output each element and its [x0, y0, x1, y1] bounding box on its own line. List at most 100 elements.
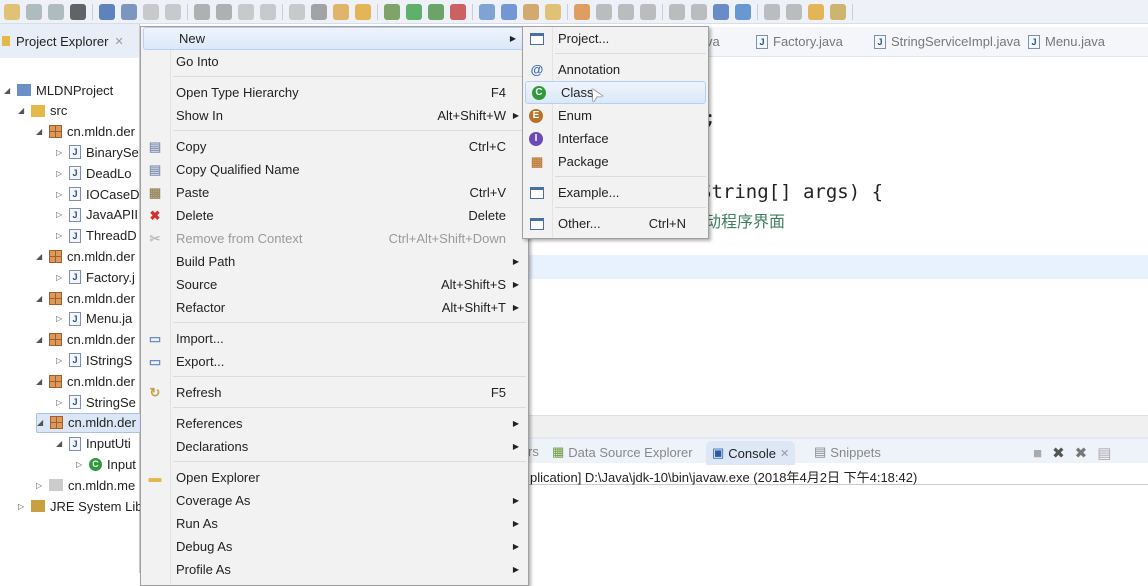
expand-toggle-icon[interactable]: ◢	[36, 127, 44, 136]
menu-item-copy-qualified-name[interactable]: ▤ Copy Qualified Name	[141, 158, 528, 181]
menu-item-import[interactable]: ▭ Import...	[141, 327, 528, 350]
menu-item-go-into[interactable]: Go Into	[141, 50, 528, 73]
menu-item-enum[interactable]: E Enum	[523, 104, 708, 127]
tree-item[interactable]: ▷ cn.mldn.me	[36, 475, 135, 495]
toolbar-button-icon[interactable]	[216, 3, 232, 20]
tab-console[interactable]: ▣ Console ✕	[706, 441, 796, 465]
toolbar-button-icon[interactable]	[691, 3, 707, 20]
toolbar-button-icon[interactable]	[260, 3, 276, 20]
expand-toggle-icon[interactable]: ▷	[56, 231, 64, 240]
menu-item-paste[interactable]: ▦ Paste Ctrl+V	[141, 181, 528, 204]
expand-toggle-icon[interactable]: ▷	[56, 273, 64, 282]
expand-toggle-icon[interactable]: ◢	[36, 252, 44, 261]
tree-item[interactable]: ▷ J DeadLo	[56, 163, 132, 183]
expand-toggle-icon[interactable]: ▷	[18, 502, 26, 511]
menu-item-show-in[interactable]: Show In Alt+Shift+W ▶	[141, 104, 528, 127]
toolbar-button-icon[interactable]	[713, 3, 729, 20]
toolbar-button-icon[interactable]	[311, 3, 327, 20]
tree-item[interactable]: ◢ cn.mldn.der	[36, 246, 135, 266]
toolbar-button-icon[interactable]	[238, 3, 254, 20]
expand-toggle-icon[interactable]: ▷	[56, 210, 64, 219]
remove-launch-icon[interactable]: ✖	[1052, 444, 1065, 462]
toolbar-button-icon[interactable]	[289, 3, 305, 20]
expand-toggle-icon[interactable]: ▷	[56, 169, 64, 178]
project-explorer-tab[interactable]: Project Explorer ✕	[0, 24, 139, 58]
tree-item[interactable]: ▷ J Menu.ja	[56, 309, 132, 329]
expand-toggle-icon[interactable]: ◢	[56, 439, 64, 448]
tree-item[interactable]: ◢ MLDNProject	[4, 80, 113, 100]
tree-item[interactable]: ▷ J Factory.j	[56, 267, 135, 287]
toolbar-button-icon[interactable]	[574, 3, 590, 20]
toolbar-button-icon[interactable]	[830, 3, 846, 20]
menu-item-example[interactable]: Example...	[523, 181, 708, 204]
menu-item-source[interactable]: Source Alt+Shift+S ▶	[141, 273, 528, 296]
tree-item[interactable]: ◢ cn.mldn.der	[36, 330, 135, 350]
remove-all-icon[interactable]: ✖	[1075, 444, 1088, 462]
close-icon[interactable]: ✕	[114, 35, 123, 48]
close-icon[interactable]: ✕	[780, 447, 789, 460]
menu-item-profile-as[interactable]: Profile As ▶	[141, 558, 528, 581]
expand-toggle-icon[interactable]: ◢	[36, 294, 44, 303]
tree-item[interactable]: ◢ cn.mldn.der	[36, 371, 135, 391]
menu-item-refactor[interactable]: Refactor Alt+Shift+T ▶	[141, 296, 528, 319]
toolbar-button-icon[interactable]	[143, 3, 159, 20]
expand-toggle-icon[interactable]: ▷	[76, 460, 84, 469]
menu-item-annotation[interactable]: @ Annotation	[523, 58, 708, 81]
tree-item[interactable]: ▷ J IStringS	[56, 350, 132, 370]
expand-toggle-icon[interactable]: ◢	[18, 106, 26, 115]
menu-item-copy[interactable]: ▤ Copy Ctrl+C	[141, 135, 528, 158]
toolbar-button-icon[interactable]	[640, 3, 656, 20]
toolbar-button-icon[interactable]	[808, 3, 824, 20]
toolbar-button-icon[interactable]	[618, 3, 634, 20]
editor-tab-menu[interactable]: J Menu.java	[1028, 34, 1105, 49]
tree-item[interactable]: ▷ JRE System Lib	[18, 496, 142, 516]
tab-servers[interactable]: rs	[528, 444, 539, 459]
toolbar-button-icon[interactable]	[479, 3, 495, 20]
toolbar-button-icon[interactable]	[523, 3, 539, 20]
toolbar-button-icon[interactable]	[669, 3, 685, 20]
expand-toggle-icon[interactable]: ▷	[56, 398, 64, 407]
menu-item-delete[interactable]: ✖ Delete Delete	[141, 204, 528, 227]
toolbar-button-icon[interactable]	[545, 3, 561, 20]
toolbar-button-icon[interactable]	[26, 3, 42, 20]
menu-item-interface[interactable]: I Interface	[523, 127, 708, 150]
expand-toggle-icon[interactable]: ▷	[56, 356, 64, 365]
clear-console-icon[interactable]: ▤	[1097, 444, 1111, 462]
toolbar-button-icon[interactable]	[786, 3, 802, 20]
toolbar-button-icon[interactable]	[735, 3, 751, 20]
toolbar-button-icon[interactable]	[165, 3, 181, 20]
menu-item-export[interactable]: ▭ Export...	[141, 350, 528, 373]
tree-item[interactable]: ◢ src	[18, 101, 67, 121]
menu-item-new[interactable]: New ▶	[143, 27, 526, 50]
toolbar-button-icon[interactable]	[450, 3, 466, 20]
toolbar-button-icon[interactable]	[355, 3, 371, 20]
tree-item[interactable]: ▷ J BinarySe	[56, 142, 139, 162]
menu-item-other[interactable]: Other... Ctrl+N	[523, 212, 708, 235]
editor-tab-factory[interactable]: J Factory.java	[756, 34, 843, 49]
toolbar-button-icon[interactable]	[428, 3, 444, 20]
tab-snippets[interactable]: ▤ Snippets	[814, 444, 881, 460]
toolbar-button-icon[interactable]	[501, 3, 517, 20]
toolbar-button-icon[interactable]	[121, 3, 137, 20]
menu-item-class[interactable]: C Class	[525, 81, 706, 104]
tree-item[interactable]: ◢ cn.mldn.der	[36, 288, 135, 308]
toolbar-button-icon[interactable]	[48, 3, 64, 20]
editor-tab-stringserviceimpl[interactable]: J StringServiceImpl.java	[874, 34, 1020, 49]
terminate-icon[interactable]: ■	[1033, 445, 1042, 462]
tree-item[interactable]: ▷ J IOCaseD	[56, 184, 139, 204]
tree-item[interactable]: ◢ J InputUti	[56, 434, 131, 454]
tree-item[interactable]: ▷ C Input	[76, 454, 136, 474]
expand-toggle-icon[interactable]: ◢	[36, 377, 44, 386]
menu-item-references[interactable]: References ▶	[141, 412, 528, 435]
tree-item[interactable]: ▷ J JavaAPII	[56, 205, 138, 225]
expand-toggle-icon[interactable]: ▷	[56, 148, 64, 157]
expand-toggle-icon[interactable]: ◢	[4, 86, 12, 95]
menu-item-declarations[interactable]: Declarations ▶	[141, 435, 528, 458]
toolbar-button-icon[interactable]	[99, 3, 115, 20]
menu-item-debug-as[interactable]: Debug As ▶	[141, 535, 528, 558]
toolbar-button-icon[interactable]	[333, 3, 349, 20]
expand-toggle-icon[interactable]: ▷	[36, 481, 44, 490]
expand-toggle-icon[interactable]: ▷	[56, 190, 64, 199]
toolbar-button-icon[interactable]	[406, 3, 422, 20]
toolbar-button-icon[interactable]	[596, 3, 612, 20]
